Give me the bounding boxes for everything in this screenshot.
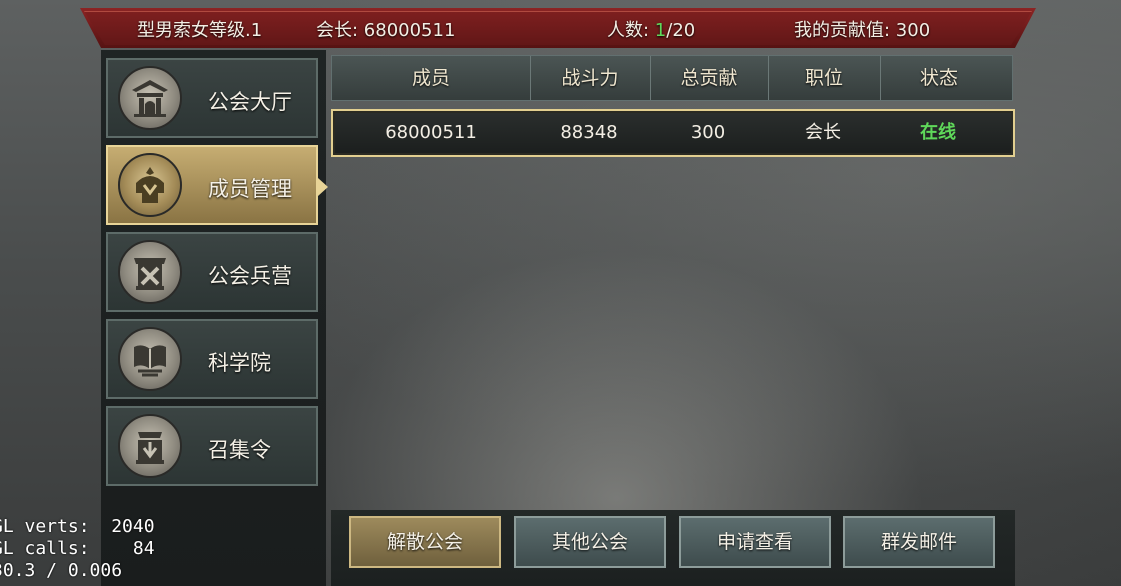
table-row[interactable]: 68000511 88348 300 会长 在线 [331, 109, 1015, 157]
sidebar-item-label: 公会兵营 [208, 264, 292, 288]
member-count: 人数: 1/20 [607, 16, 695, 42]
sidebar-item-label: 成员管理 [208, 177, 292, 201]
sidebar-item-label: 召集令 [208, 438, 271, 462]
action-bar: 解散公会 其他公会 申请查看 群发邮件 [331, 510, 1015, 586]
guild-name: 型男索女等级.1 [137, 20, 263, 41]
other-guilds-button[interactable]: 其他公会 [514, 516, 666, 568]
debug-gl-calls: GL calls: 84 [0, 538, 155, 559]
active-indicator-arrow-icon [318, 178, 328, 196]
guild-leader: 会长: 68000511 [316, 20, 456, 41]
review-applications-button[interactable]: 申请查看 [679, 516, 831, 568]
book-icon [118, 327, 182, 391]
member-table-header: 成员 战斗力 总贡献 职位 状态 [331, 55, 1013, 101]
cell-power: 88348 [560, 122, 618, 143]
sidebar-item-rally[interactable]: 召集令 [106, 406, 318, 486]
sidebar-item-guild-barracks[interactable]: 公会兵营 [106, 232, 318, 312]
pagoda-icon [118, 66, 182, 130]
debug-gl-verts: GL verts: 2040 [0, 516, 155, 537]
member-count-current: 1 [654, 20, 667, 41]
cell-member: 68000511 [385, 122, 477, 143]
debug-fps: 30.3 / 0.006 [0, 560, 123, 581]
debug-stats-overlay: GL verts: 2040 GL calls: 84 30.3 / 0.006 [0, 516, 155, 582]
sidebar-item-guild-hall[interactable]: 公会大厅 [106, 58, 318, 138]
my-contribution: 我的贡献值: 300 [794, 20, 931, 41]
group-mail-button[interactable]: 群发邮件 [843, 516, 995, 568]
sidebar-item-member-management[interactable]: 成员管理 [106, 145, 318, 225]
banner-icon [118, 414, 182, 478]
column-header-status: 状态 [919, 67, 958, 89]
member-count-max: /20 [666, 20, 696, 41]
cell-contribution: 300 [690, 122, 726, 143]
guild-sidebar: 公会大厅 成员管理 公会兵营 科学院 召集令 [101, 50, 326, 586]
helmet-icon [118, 153, 182, 217]
member-count-label: 人数: [607, 20, 655, 41]
sidebar-item-academy[interactable]: 科学院 [106, 319, 318, 399]
column-header-position: 职位 [768, 56, 881, 100]
sidebar-item-label: 科学院 [208, 351, 271, 375]
crossed-swords-icon [118, 240, 182, 304]
disband-guild-button[interactable]: 解散公会 [349, 516, 501, 568]
cell-status-online: 在线 [920, 122, 956, 143]
column-header-power: 战斗力 [530, 56, 651, 100]
column-header-member: 成员 [332, 56, 531, 100]
column-header-contribution: 总贡献 [650, 56, 769, 100]
sidebar-item-label: 公会大厅 [208, 90, 292, 114]
cell-position: 会长 [805, 122, 841, 143]
